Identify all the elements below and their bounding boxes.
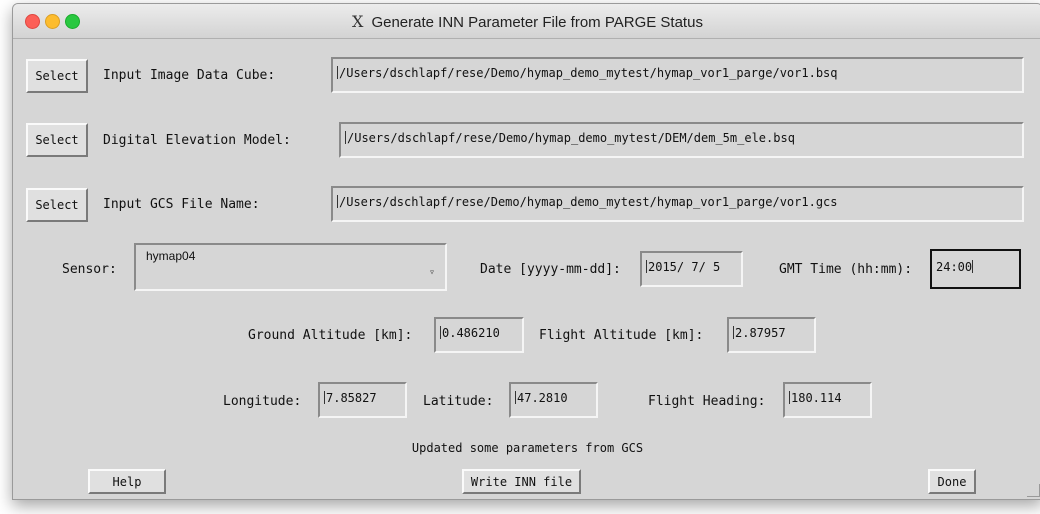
text-caret: [972, 260, 974, 273]
text-caret: [646, 260, 647, 273]
sensor-dropdown[interactable]: hymap04 ▿: [134, 243, 447, 291]
window-title-group: X Generate INN Parameter File from PARGE …: [13, 12, 1040, 31]
select-dem-button[interactable]: Select: [26, 123, 88, 157]
flight-altitude-field[interactable]: 2.87957: [727, 317, 816, 353]
text-caret: [337, 195, 338, 208]
text-caret: [337, 66, 338, 79]
date-label: Date [yyyy-mm-dd]:: [480, 262, 621, 277]
image-cube-path-value: /Users/dschlapf/rese/Demo/hymap_demo_myt…: [339, 66, 838, 80]
text-caret: [515, 391, 516, 404]
write-inn-file-button[interactable]: Write INN file: [462, 469, 581, 494]
x11-icon: X: [352, 12, 364, 31]
sensor-selected-value: hymap04: [146, 249, 196, 263]
help-button[interactable]: Help: [88, 469, 166, 494]
gcs-label: Input GCS File Name:: [103, 197, 260, 212]
status-message: Updated some parameters from GCS: [411, 441, 644, 455]
select-image-cube-button[interactable]: Select: [26, 59, 88, 93]
text-caret: [345, 131, 346, 144]
text-caret: [440, 326, 441, 339]
longitude-label: Longitude:: [223, 394, 302, 409]
gmt-value: 24:00: [936, 260, 973, 274]
resize-grip-icon[interactable]: [1027, 484, 1040, 497]
dialog-window: X Generate INN Parameter File from PARGE …: [12, 3, 1040, 500]
gcs-path-value: /Users/dschlapf/rese/Demo/hymap_demo_myt…: [339, 195, 838, 209]
dem-label: Digital Elevation Model:: [103, 133, 291, 148]
sensor-label: Sensor:: [62, 262, 117, 277]
done-button[interactable]: Done: [928, 469, 976, 494]
date-value: 2015/ 7/ 5: [648, 260, 721, 274]
text-caret: [733, 326, 734, 339]
dem-path-value: /Users/dschlapf/rese/Demo/hymap_demo_myt…: [347, 131, 795, 145]
ground-altitude-label: Ground Altitude [km]:: [248, 328, 413, 343]
dem-path-field[interactable]: /Users/dschlapf/rese/Demo/hymap_demo_myt…: [339, 122, 1024, 158]
flight-altitude-value: 2.87957: [735, 326, 786, 340]
image-cube-label: Input Image Data Cube:: [103, 68, 276, 83]
gmt-label: GMT Time (hh:mm):: [779, 262, 913, 277]
text-caret: [789, 391, 790, 404]
gcs-path-field[interactable]: /Users/dschlapf/rese/Demo/hymap_demo_myt…: [331, 186, 1024, 222]
date-field[interactable]: 2015/ 7/ 5: [640, 251, 743, 287]
ground-altitude-value: 0.486210: [442, 326, 500, 340]
flight-heading-field[interactable]: 180.114: [783, 382, 872, 418]
latitude-label: Latitude:: [423, 394, 494, 409]
text-caret: [324, 391, 325, 404]
latitude-value: 47.2810: [517, 391, 568, 405]
flight-heading-value: 180.114: [791, 391, 842, 405]
longitude-value: 7.85827: [326, 391, 377, 405]
longitude-field[interactable]: 7.85827: [318, 382, 407, 418]
title-bar[interactable]: X Generate INN Parameter File from PARGE …: [13, 4, 1040, 39]
image-cube-path-field[interactable]: /Users/dschlapf/rese/Demo/hymap_demo_myt…: [331, 57, 1024, 93]
flight-altitude-label: Flight Altitude [km]:: [539, 328, 704, 343]
select-gcs-button[interactable]: Select: [26, 188, 88, 222]
ground-altitude-field[interactable]: 0.486210: [434, 317, 524, 353]
latitude-field[interactable]: 47.2810: [509, 382, 598, 418]
dropdown-arrow-icon: ▿: [428, 267, 435, 278]
window-title: Generate INN Parameter File from PARGE S…: [371, 14, 703, 31]
gmt-field[interactable]: 24:00: [930, 249, 1021, 289]
flight-heading-label: Flight Heading:: [648, 394, 766, 409]
